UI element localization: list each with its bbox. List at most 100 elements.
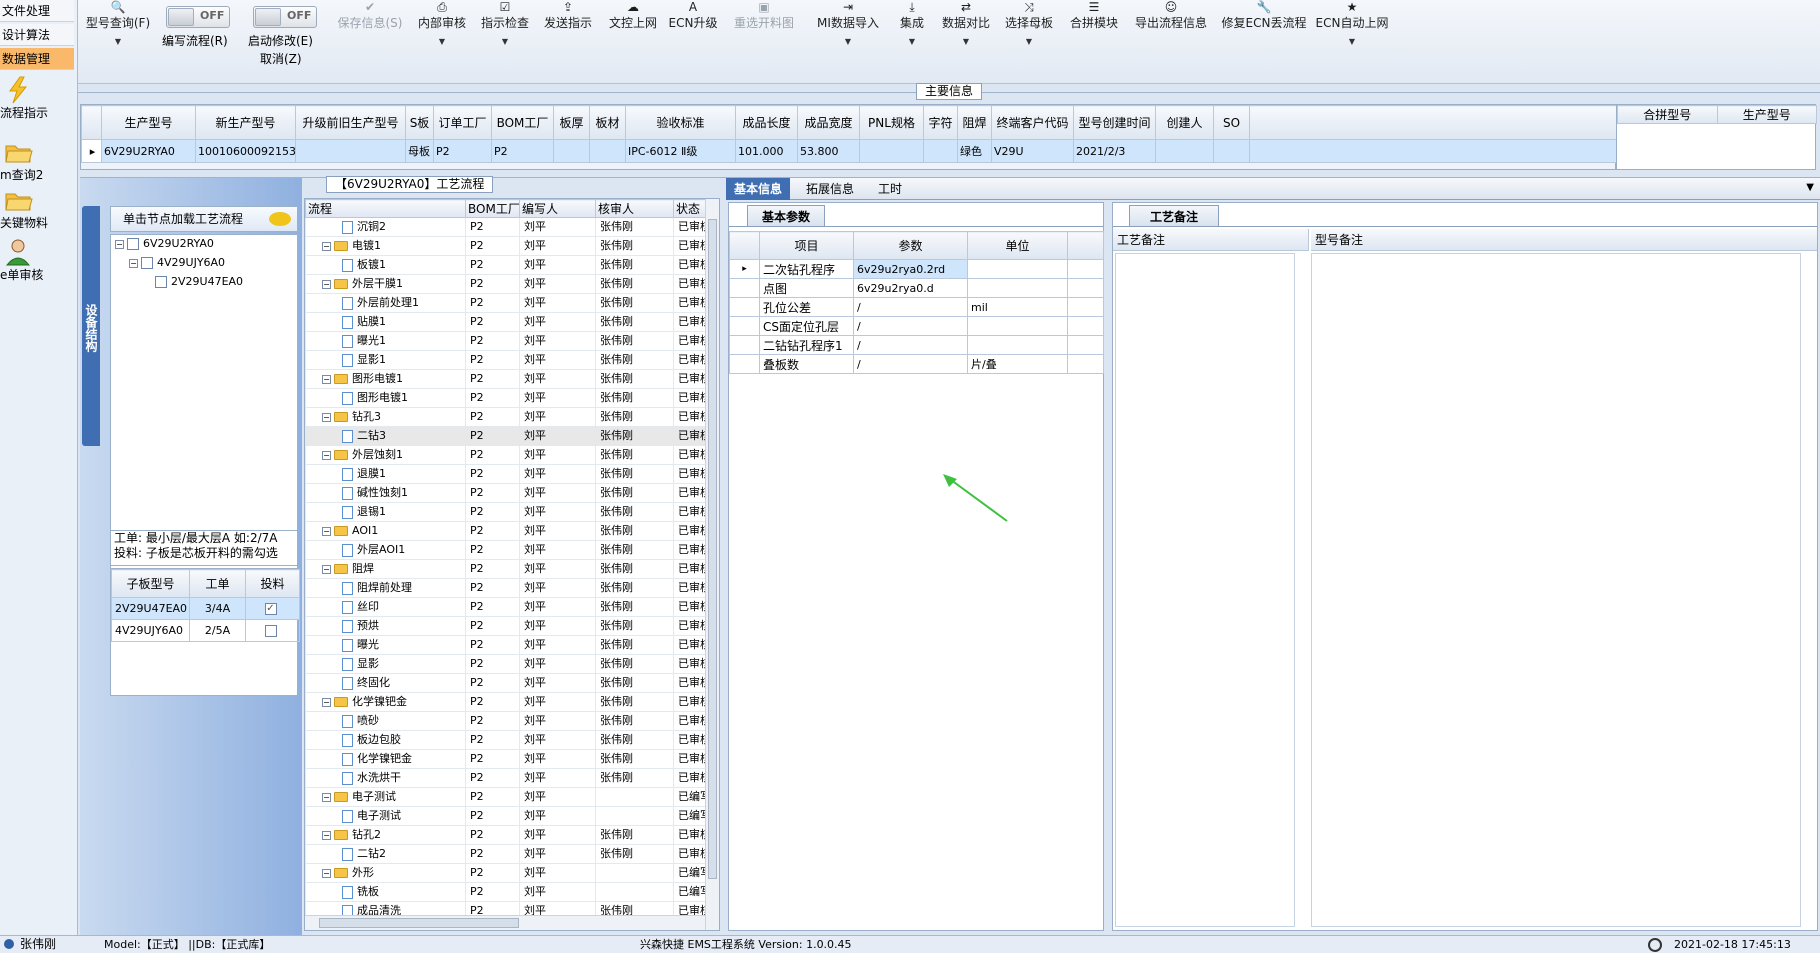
process-row[interactable]: 曝光 P2刘平张伟刚已审核	[305, 635, 706, 655]
main-info-row[interactable]: ▸ 6V29U2RYA0 10010600092153 母板 P2 P2 IPC-6012 …	[81, 139, 1617, 163]
collapse-icon[interactable]: −	[322, 450, 331, 460]
process-row[interactable]: − 阻焊 P2刘平张伟刚已审核	[305, 559, 706, 579]
param-value-cell[interactable]: 6v29u2rya0.2rd	[853, 259, 968, 279]
process-row[interactable]: − 外形 P2刘平 已编写	[305, 863, 706, 883]
process-hscrollbar[interactable]	[305, 915, 705, 930]
send-instruction-button[interactable]: ⇪ 发送指示	[536, 0, 600, 80]
process-row[interactable]: 退膜1 P2刘平张伟刚已审核	[305, 464, 706, 484]
model-note-textarea[interactable]	[1311, 253, 1801, 927]
doc-control-upload-button[interactable]: ☁ 文控上网	[602, 0, 664, 80]
dropdown-arrow-icon[interactable]: ▼	[1806, 182, 1814, 193]
process-row[interactable]: 退锡1 P2刘平张伟刚已审核	[305, 502, 706, 522]
data-compare-button[interactable]: ⇄ 数据对比 ▼	[936, 0, 996, 80]
process-row[interactable]: 板镀1 P2刘平张伟刚已审核	[305, 255, 706, 275]
process-row[interactable]: − 外层干膜1 P2刘平张伟刚已审核	[305, 274, 706, 294]
process-row[interactable]: 二钻2 P2刘平张伟刚已审核	[305, 844, 706, 864]
feed-checkbox[interactable]	[264, 625, 277, 637]
nav-item-review[interactable]: e单审核	[0, 238, 76, 283]
collapse-icon[interactable]: −	[322, 374, 331, 384]
param-value-cell[interactable]: /	[853, 297, 968, 317]
process-row[interactable]: 喷砂 P2刘平张伟刚已审核	[305, 711, 706, 731]
process-row[interactable]: 沉铜2 P2刘平张伟刚已审核	[305, 217, 706, 237]
repair-ecn-lost-flow-button[interactable]: 🔧 修复ECN丢流程	[1216, 0, 1312, 80]
process-row[interactable]: 板边包胶 P2刘平张伟刚已审核	[305, 730, 706, 750]
param-row[interactable]: 二钻钻孔程序1/	[729, 335, 1104, 355]
collapse-icon[interactable]: −	[322, 868, 331, 878]
process-row[interactable]: − 图形电镀1 P2刘平张伟刚已审核	[305, 369, 706, 389]
nav-item-query2[interactable]: m查询2	[0, 138, 76, 183]
cancel-button[interactable]: 取消(Z)	[260, 50, 302, 67]
process-row[interactable]: 预烘 P2刘平张伟刚已审核	[305, 616, 706, 636]
ecn-upgrade-button[interactable]: A ECN升级	[666, 0, 720, 80]
export-flow-info-button[interactable]: ☺ 导出流程信息	[1128, 0, 1214, 80]
param-row[interactable]: 孔位公差 / mil	[729, 297, 1104, 317]
process-row[interactable]: − 电子测试 P2刘平 已编写	[305, 787, 706, 807]
param-value-cell[interactable]: /	[853, 316, 968, 336]
process-row[interactable]: 贴膜1 P2刘平张伟刚已审核	[305, 312, 706, 332]
process-row[interactable]: 图形电镀1 P2刘平张伟刚已审核	[305, 388, 706, 408]
integrate-button[interactable]: ⤓ 集成 ▼	[890, 0, 934, 80]
nav-tab-design[interactable]: 设计算法	[0, 24, 74, 46]
param-value-cell[interactable]: /	[853, 354, 968, 374]
param-row[interactable]: 点图 6v29u2rya0.d	[729, 278, 1104, 298]
structure-vertical-tab[interactable]: 设备结构	[82, 206, 100, 446]
process-row[interactable]: 丝印 P2刘平张伟刚已审核	[305, 597, 706, 617]
process-row[interactable]: 显影1 P2刘平张伟刚已审核	[305, 350, 706, 370]
process-row[interactable]: 外层前处理1 P2刘平张伟刚已审核	[305, 293, 706, 313]
internal-review-button[interactable]: ⎙ 内部审核 ▼	[412, 0, 472, 80]
param-row[interactable]: CS面定位孔层 /	[729, 316, 1104, 336]
collapse-icon[interactable]: −	[322, 792, 331, 802]
edit-flow-toggle[interactable]: OFF	[166, 6, 230, 28]
start-modify-toggle[interactable]: OFF	[253, 6, 317, 28]
process-row[interactable]: 外层AOI1 P2刘平张伟刚已审核	[305, 540, 706, 560]
param-value-cell[interactable]: 6v29u2rya0.d	[853, 278, 968, 298]
param-row[interactable]: 叠板数 / 片/叠	[729, 354, 1104, 374]
process-row[interactable]: 二钻3 P2刘平张伟刚已审核	[305, 426, 706, 446]
process-row[interactable]: 阻焊前处理 P2刘平张伟刚已审核	[305, 578, 706, 598]
process-row[interactable]: 电子测试 P2刘平 已编写	[305, 806, 706, 826]
process-row[interactable]: 碱性蚀刻1 P2刘平张伟刚已审核	[305, 483, 706, 503]
model-query-button[interactable]: 🔍 型号查询(F) ▼	[82, 0, 154, 80]
save-info-button[interactable]: ✔ 保存信息(S)	[330, 0, 410, 80]
sub-board-row[interactable]: 4V29UJY6A0 2/5A	[111, 619, 300, 642]
process-row[interactable]: − 钻孔2 P2刘平张伟刚已审核	[305, 825, 706, 845]
ecn-auto-upload-button[interactable]: ★ ECN自动上网 ▼	[1314, 0, 1390, 80]
instruction-check-button[interactable]: ☑ 指示检查 ▼	[474, 0, 536, 80]
process-row[interactable]: − AOI1 P2刘平张伟刚已审核	[305, 521, 706, 541]
process-row[interactable]: 水洗烘干 P2刘平张伟刚已审核	[305, 768, 706, 788]
sub-board-row[interactable]: 2V29U47EA0 3/4A ✓	[111, 597, 300, 620]
collapse-icon[interactable]: −	[322, 412, 331, 422]
collapse-icon[interactable]: −	[322, 564, 331, 574]
collapse-icon[interactable]: −	[322, 279, 331, 289]
process-row[interactable]: − 化学镍钯金 P2刘平张伟刚已审核	[305, 692, 706, 712]
tree-node-leaf[interactable]: 2V29U47EA0	[155, 275, 243, 288]
nav-tab-file[interactable]: 文件处理	[0, 0, 74, 22]
process-row[interactable]: − 外层蚀刻1 P2刘平张伟刚已审核	[305, 445, 706, 465]
process-row[interactable]: 曝光1 P2刘平张伟刚已审核	[305, 331, 706, 351]
process-row[interactable]: 显影 P2刘平张伟刚已审核	[305, 654, 706, 674]
nav-item-key-material[interactable]: 关键物料	[0, 186, 76, 231]
process-row[interactable]: − 钻孔3 P2刘平张伟刚已审核	[305, 407, 706, 427]
process-row[interactable]: 终固化 P2刘平张伟刚已审核	[305, 673, 706, 693]
nav-item-flow-instruction[interactable]: 流程指示	[0, 76, 76, 121]
scroll-thumb[interactable]	[319, 918, 519, 928]
tab-work-hours[interactable]: 工时	[870, 178, 910, 200]
tree-node-root[interactable]: − 6V29U2RYA0	[115, 237, 214, 250]
collapse-icon[interactable]: −	[322, 830, 331, 840]
mi-data-import-button[interactable]: ⇥ MI数据导入 ▼	[808, 0, 888, 80]
tab-basic-info[interactable]: 基本信息	[726, 178, 791, 200]
collapse-icon[interactable]: −	[322, 526, 331, 536]
feed-checkbox[interactable]: ✓	[264, 603, 277, 615]
nav-tab-data[interactable]: 数据管理	[0, 48, 74, 70]
param-row[interactable]: ▸ 二次钻孔程序 6v29u2rya0.2rd	[729, 259, 1104, 279]
scroll-thumb[interactable]	[708, 219, 717, 879]
process-row[interactable]: 铣板 P2刘平 已编写	[305, 882, 706, 902]
process-row[interactable]: 化学镍钯金 P2刘平张伟刚已审核	[305, 749, 706, 769]
process-note-textarea[interactable]	[1115, 253, 1295, 927]
process-row[interactable]: − 电镀1 P2刘平张伟刚已审核	[305, 236, 706, 256]
merge-module-button[interactable]: ☰ 合拼模块	[1062, 0, 1126, 80]
process-vscrollbar[interactable]	[705, 199, 719, 930]
collapse-icon[interactable]: −	[322, 697, 331, 707]
tree-node-child[interactable]: − 4V29UJY6A0	[129, 256, 225, 269]
tab-extended-info[interactable]: 拓展信息	[798, 178, 862, 200]
